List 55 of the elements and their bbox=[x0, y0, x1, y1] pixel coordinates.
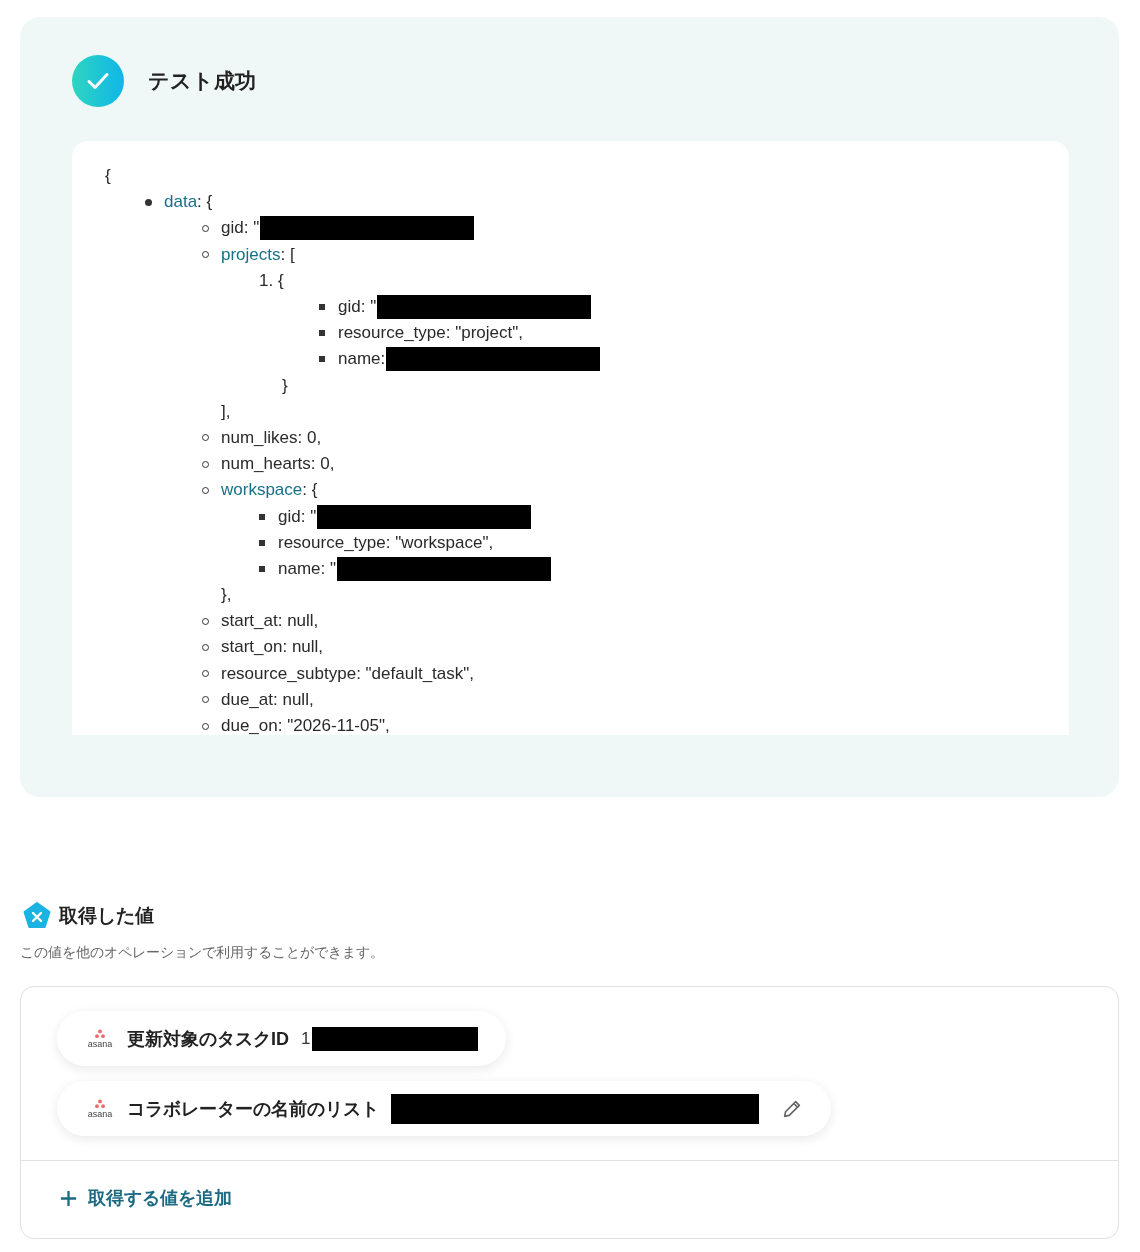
value-text: : 0, bbox=[310, 454, 335, 475]
key-text: gid bbox=[338, 297, 361, 318]
key-text: num_hearts bbox=[221, 454, 311, 475]
section-description: この値を他のオペレーションで利用することができます。 bbox=[20, 944, 385, 962]
dots-icon bbox=[94, 1098, 106, 1109]
value-text: : null, bbox=[273, 689, 314, 710]
key-text: gid bbox=[221, 218, 244, 239]
key-link[interactable]: projects bbox=[221, 244, 281, 265]
value-text: : "2026-11-05", bbox=[277, 716, 390, 735]
key-link[interactable]: workspace bbox=[221, 480, 303, 501]
value-chip[interactable]: asana コラボレーターの名前のリスト bbox=[57, 1081, 831, 1136]
value-text: 1 bbox=[301, 1028, 311, 1049]
value-text: : { bbox=[302, 480, 318, 501]
value-text: : "workspace", bbox=[385, 532, 494, 553]
value-text: : " bbox=[300, 506, 317, 527]
section-title: 取得した値 bbox=[59, 904, 154, 928]
key-text: resource_type bbox=[278, 532, 386, 553]
key-text: start_at bbox=[221, 611, 278, 632]
value-text: : { bbox=[197, 192, 213, 213]
key-text: start_on bbox=[221, 637, 283, 658]
key-text: gid bbox=[278, 506, 301, 527]
app-name: asana bbox=[87, 1039, 113, 1049]
app-name: asana bbox=[87, 1109, 113, 1119]
key-text: due_at bbox=[221, 689, 273, 710]
key-text: due_on bbox=[221, 716, 278, 735]
plus-icon bbox=[59, 1188, 78, 1208]
value-text: : "project", bbox=[445, 323, 523, 344]
bracket-text: { bbox=[105, 166, 111, 187]
value-text: : " bbox=[360, 297, 377, 318]
value-text: : " bbox=[243, 218, 260, 239]
bracket-text: }, bbox=[221, 585, 232, 606]
value-text: : "default_task", bbox=[356, 663, 475, 684]
value-text: : null, bbox=[277, 611, 319, 632]
key-text: name bbox=[278, 558, 321, 579]
value-text: : bbox=[380, 349, 386, 370]
key-link[interactable]: data bbox=[164, 192, 198, 213]
result-title: テスト成功 bbox=[148, 68, 256, 94]
add-value-button[interactable]: 取得する値を追加 bbox=[59, 1186, 232, 1210]
value-text: : 0, bbox=[297, 427, 322, 448]
value-text: : " bbox=[320, 558, 336, 579]
value-text: : null, bbox=[282, 637, 324, 658]
value-text: : [ bbox=[280, 244, 295, 265]
bracket-text: } bbox=[282, 375, 288, 396]
key-text: name bbox=[338, 349, 381, 370]
key-text: num_likes bbox=[221, 427, 298, 448]
key-text: resource_type bbox=[338, 323, 446, 344]
bracket-text: ], bbox=[221, 401, 231, 422]
variable-icon bbox=[23, 902, 51, 930]
key-text: resource_subtype bbox=[221, 663, 357, 684]
success-check-icon bbox=[72, 55, 124, 107]
value-label: 更新対象のタスクID bbox=[127, 1027, 289, 1051]
dots-icon bbox=[94, 1028, 106, 1039]
list-number: 1. { bbox=[259, 270, 284, 291]
value-label: コラボレーターの名前のリスト bbox=[127, 1097, 379, 1121]
value-chip[interactable]: asana 更新対象のタスクID 1 bbox=[57, 1011, 507, 1066]
